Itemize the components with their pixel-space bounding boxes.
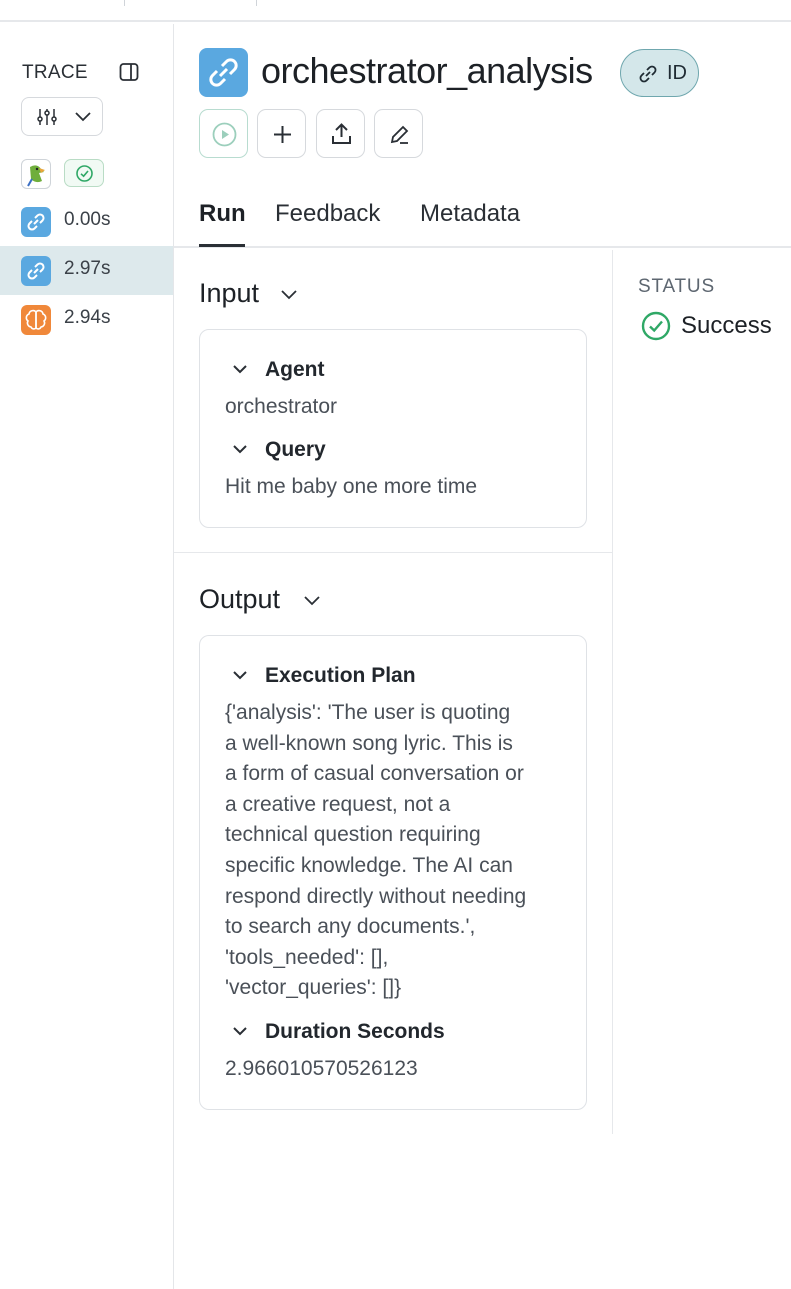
add-button[interactable] (257, 109, 306, 158)
tab-feedback[interactable]: Feedback (275, 200, 380, 228)
status-chip (64, 159, 104, 187)
code-line: specific knowledge. The AI can (225, 853, 513, 877)
field-value-query: Hit me baby one more time (225, 475, 478, 498)
section-divider (174, 552, 612, 553)
share-button[interactable] (316, 109, 365, 158)
trace-node-selected[interactable]: 2.97s (0, 246, 173, 295)
link-icon (199, 48, 248, 97)
chevron-down-icon[interactable] (303, 595, 321, 607)
link-icon (21, 207, 51, 237)
chevron-down-icon[interactable] (232, 670, 248, 681)
chevron-down-icon[interactable] (232, 364, 248, 375)
code-line: technical question requiring (225, 823, 481, 847)
field-label-duration[interactable]: Duration Seconds (265, 1020, 445, 1044)
code-line: to search any documents.', (225, 915, 476, 939)
play-icon (212, 122, 237, 147)
trace-node[interactable]: 2.94s (0, 295, 173, 344)
field-value-agent: orchestrator (225, 395, 338, 418)
node-duration: 2.97s (64, 258, 111, 279)
node-duration: 2.94s (64, 307, 111, 328)
code-line: a creative request, not a (225, 792, 451, 816)
field-label-query[interactable]: Query (265, 438, 326, 462)
parrot-icon[interactable] (21, 159, 51, 189)
field-value-execution-plan: {'analysis': 'The user is quoting a well… (225, 698, 575, 1004)
node-duration: 0.00s (64, 209, 111, 230)
tab-bar: Run Feedback Metadata (174, 190, 791, 248)
chevron-down-icon[interactable] (280, 289, 298, 301)
link-icon (639, 65, 657, 83)
code-line: a form of casual conversation or (225, 762, 524, 786)
check-circle-icon (76, 165, 93, 182)
share-icon (332, 123, 351, 144)
link-icon (21, 256, 51, 286)
top-bar (0, 0, 791, 22)
field-value-duration: 2.966010570526123 (225, 1057, 418, 1080)
trace-node[interactable]: 0.00s (0, 197, 173, 246)
column-divider (612, 250, 613, 1134)
code-line: a well-known song lyric. This is (225, 731, 513, 755)
run-button[interactable] (199, 109, 248, 158)
copy-id-button[interactable]: ID (620, 49, 699, 97)
code-line: 'vector_queries': []} (225, 976, 402, 1000)
status-label: STATUS (638, 276, 715, 297)
code-line: {'analysis': 'The user is quoting (225, 701, 511, 724)
input-section-title[interactable]: Input (199, 278, 259, 309)
page-title: orchestrator_analysis (261, 50, 593, 91)
active-tab-indicator (199, 244, 245, 247)
trace-title: TRACE (22, 62, 88, 83)
plus-icon (274, 126, 291, 143)
code-line: respond directly without needing (225, 884, 527, 908)
brain-icon (21, 305, 51, 335)
panel-toggle-icon[interactable] (119, 62, 139, 82)
chevron-down-icon (75, 112, 91, 122)
field-label-execution-plan[interactable]: Execution Plan (265, 664, 416, 688)
tab-run[interactable]: Run (199, 200, 246, 228)
edit-icon (390, 125, 409, 144)
sliders-icon (37, 109, 57, 125)
check-circle-icon (641, 311, 671, 341)
field-label-agent[interactable]: Agent (265, 358, 325, 382)
breadcrumb-separator (124, 0, 125, 6)
tab-metadata[interactable]: Metadata (420, 200, 520, 228)
filter-dropdown[interactable] (21, 97, 103, 136)
chevron-down-icon[interactable] (232, 444, 248, 455)
chevron-down-icon[interactable] (232, 1026, 248, 1037)
id-label: ID (667, 62, 687, 84)
breadcrumb-separator (256, 0, 257, 6)
code-line: 'tools_needed': [], (225, 945, 389, 969)
output-section-title[interactable]: Output (199, 584, 280, 615)
edit-button[interactable] (374, 109, 423, 158)
status-value: Success (681, 312, 772, 339)
